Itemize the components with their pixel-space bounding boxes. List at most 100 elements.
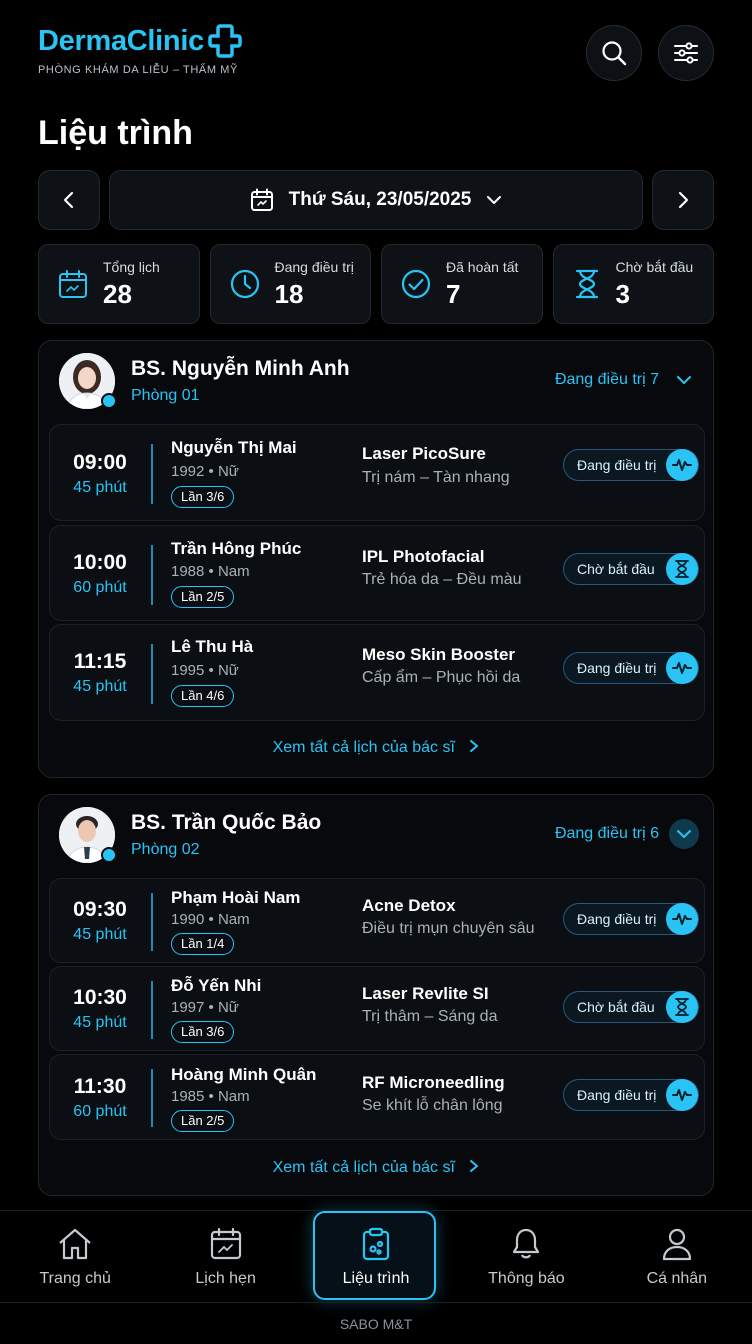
stat-label: Chờ bắt đầu [615, 258, 694, 275]
nav-item-profile[interactable]: Cá nhân [602, 1211, 752, 1302]
nav-label: Lịch hẹn [195, 1270, 256, 1287]
collapse-toggle[interactable] [669, 365, 699, 395]
prev-day-button[interactable] [38, 170, 100, 230]
service-description: Cấp ẩm – Phục hồi da [362, 669, 521, 686]
calendar-icon [59, 270, 87, 298]
session-badge: Lần 2/5 [171, 586, 235, 608]
stat-completed[interactable]: Đã hoàn tất 7 [381, 244, 543, 324]
stat-value: 18 [274, 278, 304, 309]
stat-label: Tổng lịch [103, 258, 160, 275]
chevron-down-icon [487, 196, 502, 204]
hourglass-icon [575, 269, 598, 299]
online-indicator [101, 847, 117, 863]
next-day-button[interactable] [652, 170, 714, 230]
bell-icon [513, 1228, 540, 1259]
doctor-status: Đang điều trị 6 [554, 825, 659, 842]
hourglass-icon [666, 553, 698, 585]
online-indicator [101, 393, 117, 409]
status-pill[interactable]: Chờ bắt đầu [563, 991, 699, 1023]
nav-item-treatments[interactable]: Liệu trình [301, 1211, 451, 1302]
appointment-time: 09:00 [73, 451, 127, 474]
footer-credit: SABO M&T [0, 1302, 752, 1344]
pulse-icon [666, 449, 698, 481]
brand-name: DermaClinic [38, 24, 204, 57]
hourglass-icon [666, 991, 698, 1023]
service-name: IPL Photofacial [362, 547, 485, 566]
nav-item-notifications[interactable]: Thông báo [451, 1211, 601, 1302]
status-label: Chờ bắt đầu [577, 999, 655, 1015]
patient-info: 1985 • Nam [171, 1088, 250, 1105]
filter-button[interactable] [658, 25, 714, 81]
service-description: Trẻ hóa da – Đều màu [362, 571, 522, 588]
appointment-time: 11:15 [73, 650, 127, 673]
appointment-duration: 45 phút [73, 1014, 127, 1031]
session-badge: Lần 2/5 [171, 1110, 235, 1132]
patient-name: Phạm Hoài Nam [171, 888, 301, 907]
appointment-time: 09:30 [73, 898, 127, 921]
chevron-left-icon [63, 191, 74, 209]
status-pill[interactable]: Đang điều trị [563, 1079, 699, 1111]
nav-label: Liệu trình [342, 1270, 410, 1287]
pulse-icon [666, 1079, 698, 1111]
doctor-card: BS. Nguyễn Minh Anh Phòng 01 Đang điều t… [38, 340, 714, 778]
search-button[interactable] [586, 25, 642, 81]
collapse-toggle[interactable] [669, 819, 699, 849]
clipboard-icon [362, 1227, 390, 1261]
home-icon [59, 1228, 91, 1260]
service-description: Trị thâm – Sáng da [362, 1008, 498, 1025]
appointment-duration: 45 phút [73, 479, 127, 496]
appointment-row[interactable]: 10:30 45 phút Đỗ Yến Nhi 1997 • Nữ Lần 3… [49, 966, 705, 1051]
status-pill[interactable]: Chờ bắt đầu [563, 553, 699, 585]
appointment-duration: 60 phút [73, 1103, 127, 1120]
nav-item-home[interactable]: Trang chủ [0, 1211, 150, 1302]
session-badge: Lần 3/6 [171, 1021, 235, 1043]
doctor-header[interactable]: BS. Trần Quốc Bảo Phòng 02 Đang điều trị… [39, 795, 713, 877]
stat-value: 7 [446, 278, 461, 309]
doctor-card: BS. Trần Quốc Bảo Phòng 02 Đang điều trị… [38, 794, 714, 1196]
pulse-icon [666, 903, 698, 935]
appointment-row[interactable]: 10:00 60 phút Trần Hông Phúc 1988 • Nam … [49, 525, 705, 621]
nav-item-appointments[interactable]: Lịch hẹn [150, 1211, 300, 1302]
status-pill[interactable]: Đang điều trị [563, 449, 699, 481]
date-picker[interactable]: Thứ Sáu, 23/05/2025 [109, 170, 643, 230]
search-icon [602, 41, 627, 66]
patient-info: 1997 • Nữ [171, 999, 239, 1016]
status-label: Chờ bắt đầu [577, 561, 655, 577]
appointment-time: 11:30 [73, 1075, 127, 1098]
doctor-header[interactable]: BS. Nguyễn Minh Anh Phòng 01 Đang điều t… [39, 341, 713, 423]
patient-name: Hoàng Minh Quân [171, 1065, 317, 1084]
divider [151, 981, 153, 1039]
service-name: RF Microneedling [362, 1073, 505, 1092]
chevron-down-icon [677, 830, 691, 838]
appointment-time: 10:30 [73, 986, 127, 1009]
session-badge: Lần 3/6 [171, 486, 235, 508]
medical-cross-icon [208, 24, 242, 58]
clock-icon [230, 269, 259, 299]
appointment-row[interactable]: 11:30 60 phút Hoàng Minh Quân 1985 • Nam… [49, 1054, 705, 1140]
status-pill[interactable]: Đang điều trị [563, 652, 699, 684]
stat-label: Đang điều trị [274, 258, 354, 275]
sliders-icon [674, 42, 698, 64]
pulse-icon [666, 652, 698, 684]
doctor-room: Phòng 01 [131, 387, 200, 404]
stat-value: 3 [615, 278, 630, 309]
appointment-row[interactable]: 09:30 45 phút Phạm Hoài Nam 1990 • Nam L… [49, 878, 705, 963]
view-all-link[interactable]: Xem tất cả lịch của bác sĩ [39, 1159, 715, 1177]
appointment-row[interactable]: 11:15 45 phút Lê Thu Hà 1995 • Nữ Lần 4/… [49, 624, 705, 721]
appointment-duration: 45 phút [73, 926, 127, 943]
divider [151, 444, 153, 504]
service-description: Trị nám – Tàn nhang [362, 469, 510, 486]
service-name: Laser Revlite SI [362, 984, 489, 1003]
stat-in-progress[interactable]: Đang điều trị 18 [209, 244, 371, 324]
calendar-icon [250, 188, 273, 211]
stat-total[interactable]: Tổng lịch 28 [38, 244, 200, 324]
status-pill[interactable]: Đang điều trị [563, 903, 699, 935]
stat-waiting[interactable]: Chờ bắt đầu 3 [552, 244, 714, 324]
chevron-down-icon [677, 376, 691, 384]
appointment-row[interactable]: 09:00 45 phút Nguyễn Thị Mai 1992 • Nữ L… [49, 424, 705, 521]
chevron-right-icon [470, 1160, 479, 1172]
divider [151, 644, 153, 704]
view-all-link[interactable]: Xem tất cả lịch của bác sĩ [39, 739, 715, 757]
doctor-status: Đang điều trị 7 [554, 371, 659, 388]
service-name: Acne Detox [362, 896, 456, 915]
